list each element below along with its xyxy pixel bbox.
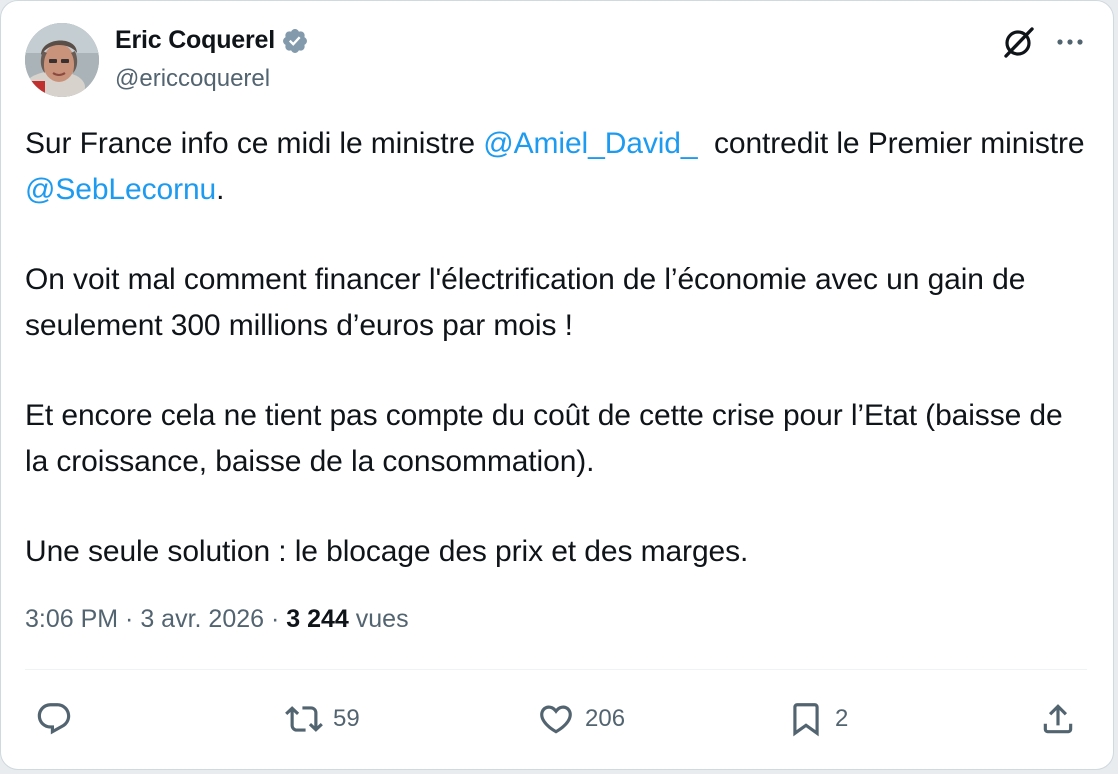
avatar-image	[25, 23, 99, 97]
meta-separator: ·	[264, 605, 287, 633]
author-display-name[interactable]: Eric Coquerel	[115, 26, 275, 55]
tweet-paragraph-4: Une seule solution : le blocage des prix…	[25, 535, 749, 568]
repost-count: 59	[333, 705, 360, 732]
tweet-card: Eric Coquerel @ericcoquerel Sur France i…	[0, 0, 1114, 770]
author-name-row: Eric Coquerel	[115, 26, 309, 55]
reply-button[interactable]	[35, 697, 83, 741]
like-count: 206	[585, 705, 626, 732]
mention-link-amiel-david[interactable]: @Amiel_David_	[483, 127, 697, 160]
repost-button[interactable]: 59	[285, 697, 360, 741]
views-count: 3 244	[286, 605, 349, 633]
like-button[interactable]: 206	[537, 697, 625, 741]
views-label: vues	[355, 605, 409, 633]
repost-icon	[285, 706, 323, 732]
tweet-text: Sur France info ce midi le ministre @Ami…	[25, 121, 1085, 619]
tweet-paragraph-2: On voit mal comment financer l'électrifi…	[25, 263, 1026, 342]
share-button[interactable]	[1039, 697, 1077, 741]
meta-separator: ·	[118, 605, 141, 633]
bookmark-icon	[793, 703, 819, 737]
verified-badge-icon[interactable]	[281, 27, 309, 55]
tweet-text-segment: Sur France info ce midi le ministre	[25, 127, 484, 160]
divider	[25, 669, 1087, 670]
bookmark-count: 2	[835, 705, 849, 732]
share-icon	[1043, 704, 1073, 734]
tweet-meta: 3:06 PM · 3 avr. 2026 · 3 244 vues	[25, 605, 409, 634]
grok-icon[interactable]	[1001, 24, 1037, 60]
tweet-date[interactable]: 3 avr. 2026	[140, 605, 264, 633]
reply-icon	[37, 703, 71, 735]
more-icon[interactable]	[1051, 27, 1087, 57]
tweet-text-segment: .	[216, 173, 225, 206]
mention-link-seblecornu[interactable]: @SebLecornu	[25, 173, 216, 206]
tweet-paragraph-1: Sur France info ce midi le ministre @Ami…	[25, 121, 1085, 213]
author-handle[interactable]: @ericcoquerel	[115, 65, 270, 93]
tweet-paragraph-3: Et encore cela ne tient pas compte du co…	[25, 399, 1063, 478]
tweet-text-segment: contredit le Premier ministre	[697, 127, 1093, 160]
tweet-time[interactable]: 3:06 PM	[25, 605, 118, 633]
avatar[interactable]	[25, 23, 99, 97]
heart-icon	[540, 705, 572, 734]
bookmark-button[interactable]: 2	[787, 697, 848, 741]
